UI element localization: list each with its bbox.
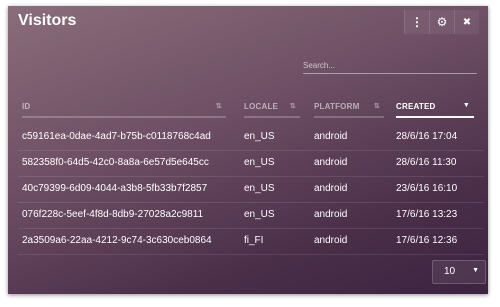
table-row[interactable]: 40c79399-6d09-4044-a3b8-5fb33b7f2857 en_… <box>18 176 484 203</box>
cell-created: 23/6/16 16:10 <box>396 183 458 194</box>
cell-platform: android <box>314 235 348 246</box>
column-label: CREATED <box>396 102 436 111</box>
widget-header: Visitors ⋮ ⚙ ✖ <box>8 6 488 38</box>
gear-icon: ⚙ <box>436 15 448 29</box>
close-button[interactable]: ✖ <box>454 10 479 34</box>
search-input[interactable] <box>303 56 477 75</box>
more-vertical-icon: ⋮ <box>411 15 423 29</box>
widget-title: Visitors <box>18 12 77 29</box>
cell-platform: android <box>314 131 348 142</box>
page-size-value: 10 <box>444 266 456 277</box>
column-label: LOCALE <box>244 102 279 111</box>
column-label: ID <box>22 102 31 111</box>
table-row[interactable]: 582358f0-64d5-42c0-8a8a-6e57d5e645cc en_… <box>18 150 484 177</box>
column-header-created[interactable]: CREATED ▼ <box>396 100 474 118</box>
column-label: PLATFORM <box>314 102 360 111</box>
sort-icon: ⇅ <box>373 103 380 110</box>
settings-button[interactable]: ⚙ <box>429 10 454 34</box>
column-header-platform[interactable]: PLATFORM ⇅ <box>314 100 384 118</box>
cell-id: 582358f0-64d5-42c0-8a8a-6e57d5e645cc <box>22 157 209 168</box>
cell-platform: android <box>314 209 348 220</box>
cell-created: 17/6/16 12:36 <box>396 235 458 246</box>
table-row[interactable]: 2a3509a6-22aa-4212-9c74-3c630ceb0864 fi_… <box>18 228 484 255</box>
cell-platform: android <box>314 183 348 194</box>
cell-id: 40c79399-6d09-4044-a3b8-5fb33b7f2857 <box>22 183 208 194</box>
sort-desc-icon: ▼ <box>462 102 470 109</box>
column-header-id[interactable]: ID ⇅ <box>22 100 226 118</box>
cell-locale: en_US <box>244 183 275 194</box>
sort-icon: ⇅ <box>289 103 296 110</box>
close-icon: ✖ <box>462 16 472 28</box>
column-header-locale[interactable]: LOCALE ⇅ <box>244 100 300 118</box>
page-size-select[interactable]: 10 ▼ <box>432 260 486 284</box>
cell-id: 076f228c-5eef-4f8d-8db9-27028a2c9811 <box>22 209 204 220</box>
cell-locale: en_US <box>244 131 275 142</box>
cell-created: 28/6/16 17:04 <box>396 131 458 142</box>
visitors-widget: Visitors ⋮ ⚙ ✖ ID ⇅ LOCALE ⇅ PLATFORM ⇅ … <box>8 6 488 294</box>
cell-locale: en_US <box>244 209 275 220</box>
cell-locale: en_US <box>244 157 275 168</box>
cell-platform: android <box>314 157 348 168</box>
search-field[interactable] <box>303 55 477 75</box>
table-row[interactable]: c59161ea-0dae-4ad7-b75b-c0118768c4ad en_… <box>18 124 484 151</box>
table-row[interactable]: 076f228c-5eef-4f8d-8db9-27028a2c9811 en_… <box>18 202 484 229</box>
cell-id: c59161ea-0dae-4ad7-b75b-c0118768c4ad <box>22 131 211 142</box>
more-options-button[interactable]: ⋮ <box>404 10 429 34</box>
cell-created: 28/6/16 11:30 <box>396 157 457 168</box>
sort-icon: ⇅ <box>215 103 222 110</box>
cell-id: 2a3509a6-22aa-4212-9c74-3c630ceb0864 <box>22 235 212 246</box>
cell-created: 17/6/16 13:23 <box>396 209 458 220</box>
chevron-down-icon: ▼ <box>472 267 479 274</box>
cell-locale: fi_FI <box>244 235 264 246</box>
